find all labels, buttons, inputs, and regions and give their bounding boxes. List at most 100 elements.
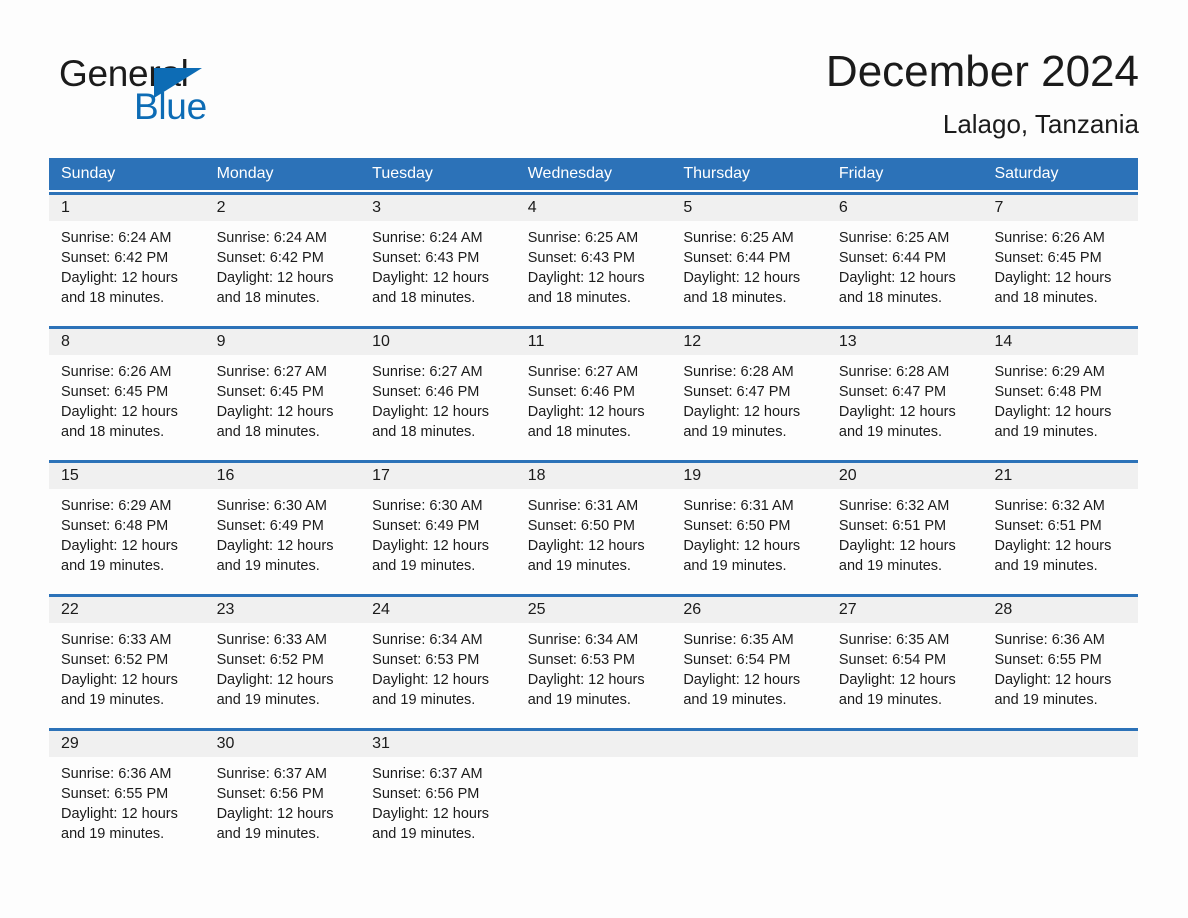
day-number: 14 — [982, 329, 1139, 355]
day-details: Sunrise: 6:36 AM Sunset: 6:55 PM Daylight:… — [49, 757, 205, 854]
day-cell[interactable]: 10 Sunrise: 6:27 AM Sunset: 6:46 PM Dayligh… — [360, 329, 516, 452]
day-details: Sunrise: 6:25 AM Sunset: 6:43 PM Daylight:… — [516, 221, 672, 318]
sunset-text: Sunset: 6:48 PM — [994, 384, 1102, 400]
day-number: 19 — [671, 463, 827, 489]
weekday-header-tuesday: Tuesday — [372, 165, 433, 182]
calendar-week-row: 29 Sunrise: 6:36 AM Sunset: 6:55 PM Dayligh… — [49, 728, 1139, 854]
day-cell[interactable]: 8 Sunrise: 6:26 AM Sunset: 6:45 PM Daylight… — [49, 329, 205, 452]
day-cell[interactable]: 4 Sunrise: 6:25 AM Sunset: 6:43 PM Daylight… — [515, 195, 672, 318]
day-cell[interactable]: 16 Sunrise: 6:30 AM Sunset: 6:49 PM Dayligh… — [204, 463, 361, 586]
sunrise-text: Sunrise: 6:35 AM — [838, 632, 950, 648]
day-number: 9 — [204, 329, 361, 355]
sunrise-text: Sunrise: 6:25 AM — [527, 230, 639, 246]
day-cell[interactable]: 27 Sunrise: 6:35 AM Sunset: 6:54 PM Dayligh… — [826, 597, 983, 720]
day-details: Sunrise: 6:29 AM Sunset: 6:48 PM Daylight:… — [49, 489, 205, 586]
day-details: Sunrise: 6:34 AM Sunset: 6:53 PM Daylight:… — [516, 623, 672, 720]
sunrise-text: Sunrise: 6:32 AM — [994, 498, 1105, 514]
day-cell[interactable]: 24 Sunrise: 6:34 AM Sunset: 6:53 PM Dayligh… — [360, 597, 516, 720]
day-number: 29 — [49, 731, 205, 757]
day-number: 18 — [515, 463, 672, 489]
day-number — [515, 731, 672, 757]
day-cell[interactable]: 9 Sunrise: 6:27 AM Sunset: 6:45 PM Daylight… — [204, 329, 361, 452]
day-cell[interactable]: 18 Sunrise: 6:31 AM Sunset: 6:50 PM Dayligh… — [515, 463, 672, 586]
sunrise-text: Sunrise: 6:31 AM — [683, 498, 794, 514]
sunrise-text: Sunrise: 6:24 AM — [216, 230, 327, 246]
daylight-text: Daylight: 12 hours and 18 minutes. — [216, 270, 334, 306]
day-number: 28 — [982, 597, 1139, 623]
day-details: Sunrise: 6:29 AM Sunset: 6:48 PM Daylight:… — [982, 355, 1138, 452]
day-number: 10 — [360, 329, 516, 355]
daylight-text: Daylight: 12 hours and 19 minutes. — [838, 672, 956, 708]
weekday-header-monday: Monday — [216, 165, 274, 182]
day-details: Sunrise: 6:26 AM Sunset: 6:45 PM Daylight:… — [49, 355, 205, 452]
generalblue-logo[interactable]: General Blue — [59, 54, 359, 134]
day-cell[interactable]: 3 Sunrise: 6:24 AM Sunset: 6:43 PM Daylight… — [360, 195, 516, 318]
day-number: 31 — [360, 731, 516, 757]
sunset-text: Sunset: 6:43 PM — [527, 250, 635, 266]
daylight-text: Daylight: 12 hours and 18 minutes. — [216, 404, 334, 440]
sunset-text: Sunset: 6:48 PM — [61, 518, 169, 534]
day-cell[interactable]: 20 Sunrise: 6:32 AM Sunset: 6:51 PM Dayligh… — [826, 463, 983, 586]
day-details: Sunrise: 6:27 AM Sunset: 6:46 PM Daylight:… — [516, 355, 672, 452]
daylight-text: Daylight: 12 hours and 18 minutes. — [527, 270, 645, 306]
sunrise-text: Sunrise: 6:37 AM — [372, 766, 483, 782]
day-details: Sunrise: 6:24 AM Sunset: 6:43 PM Daylight:… — [360, 221, 516, 318]
day-cell[interactable]: 17 Sunrise: 6:30 AM Sunset: 6:49 PM Dayligh… — [360, 463, 516, 586]
daylight-text: Daylight: 12 hours and 19 minutes. — [372, 806, 490, 842]
daylight-text: Daylight: 12 hours and 18 minutes. — [838, 270, 956, 306]
sunset-text: Sunset: 6:54 PM — [683, 652, 791, 668]
calendar-week-row: 15 Sunrise: 6:29 AM Sunset: 6:48 PM Dayligh… — [49, 460, 1139, 586]
daylight-text: Daylight: 12 hours and 19 minutes. — [994, 672, 1112, 708]
day-details: Sunrise: 6:27 AM Sunset: 6:46 PM Daylight:… — [360, 355, 516, 452]
day-details: Sunrise: 6:30 AM Sunset: 6:49 PM Daylight:… — [205, 489, 361, 586]
day-cell[interactable]: 30 Sunrise: 6:37 AM Sunset: 6:56 PM Dayligh… — [204, 731, 361, 854]
day-details: Sunrise: 6:26 AM Sunset: 6:45 PM Daylight:… — [982, 221, 1138, 318]
sunset-text: Sunset: 6:49 PM — [216, 518, 324, 534]
day-cell[interactable]: 21 Sunrise: 6:32 AM Sunset: 6:51 PM Dayligh… — [982, 463, 1139, 586]
day-details: Sunrise: 6:25 AM Sunset: 6:44 PM Daylight:… — [671, 221, 827, 318]
sunset-text: Sunset: 6:44 PM — [683, 250, 791, 266]
day-cell[interactable]: 13 Sunrise: 6:28 AM Sunset: 6:47 PM Dayligh… — [826, 329, 983, 452]
sunset-text: Sunset: 6:54 PM — [838, 652, 947, 668]
day-number: 8 — [49, 329, 205, 355]
day-cell[interactable]: 2 Sunrise: 6:24 AM Sunset: 6:42 PM Daylight… — [204, 195, 361, 318]
day-cell[interactable]: 14 Sunrise: 6:29 AM Sunset: 6:48 PM Dayligh… — [982, 329, 1139, 452]
day-cell[interactable]: 12 Sunrise: 6:28 AM Sunset: 6:47 PM Dayligh… — [671, 329, 827, 452]
daylight-text: Daylight: 12 hours and 19 minutes. — [61, 538, 178, 574]
day-details: Sunrise: 6:32 AM Sunset: 6:51 PM Daylight:… — [827, 489, 983, 586]
day-cell[interactable]: 6 Sunrise: 6:25 AM Sunset: 6:44 PM Daylight… — [826, 195, 983, 318]
day-cell[interactable]: 23 Sunrise: 6:33 AM Sunset: 6:52 PM Dayligh… — [204, 597, 361, 720]
day-number: 26 — [671, 597, 827, 623]
daylight-text: Daylight: 12 hours and 19 minutes. — [61, 806, 178, 842]
day-cell[interactable]: 29 Sunrise: 6:36 AM Sunset: 6:55 PM Dayligh… — [49, 731, 205, 854]
title-block: December 2024 Lalago, Tanzania — [826, 46, 1139, 140]
sunrise-text: Sunrise: 6:26 AM — [61, 364, 172, 380]
day-cell[interactable]: 22 Sunrise: 6:33 AM Sunset: 6:52 PM Dayligh… — [49, 597, 205, 720]
daylight-text: Daylight: 12 hours and 18 minutes. — [372, 270, 490, 306]
day-details: Sunrise: 6:24 AM Sunset: 6:42 PM Daylight:… — [205, 221, 361, 318]
sunset-text: Sunset: 6:46 PM — [527, 384, 635, 400]
day-details: Sunrise: 6:33 AM Sunset: 6:52 PM Daylight:… — [49, 623, 205, 720]
day-cell[interactable]: 7 Sunrise: 6:26 AM Sunset: 6:45 PM Daylight… — [982, 195, 1139, 318]
sunrise-text: Sunrise: 6:27 AM — [527, 364, 639, 380]
sunrise-text: Sunrise: 6:31 AM — [527, 498, 639, 514]
day-cell[interactable]: 19 Sunrise: 6:31 AM Sunset: 6:50 PM Dayligh… — [671, 463, 827, 586]
day-details — [516, 757, 672, 774]
day-cell[interactable]: 28 Sunrise: 6:36 AM Sunset: 6:55 PM Dayligh… — [982, 597, 1139, 720]
day-number: 20 — [826, 463, 983, 489]
sunset-text: Sunset: 6:44 PM — [838, 250, 947, 266]
day-cell[interactable]: 1 Sunrise: 6:24 AM Sunset: 6:42 PM Daylight… — [49, 195, 205, 318]
day-cell[interactable]: 11 Sunrise: 6:27 AM Sunset: 6:46 PM Dayligh… — [515, 329, 672, 452]
daylight-text: Daylight: 12 hours and 19 minutes. — [838, 538, 956, 574]
day-cell[interactable]: 5 Sunrise: 6:25 AM Sunset: 6:44 PM Daylight… — [671, 195, 827, 318]
sunrise-text: Sunrise: 6:36 AM — [61, 766, 172, 782]
day-cell[interactable]: 25 Sunrise: 6:34 AM Sunset: 6:53 PM Dayligh… — [515, 597, 672, 720]
daylight-text: Daylight: 12 hours and 19 minutes. — [216, 672, 334, 708]
day-cell[interactable]: 31 Sunrise: 6:37 AM Sunset: 6:56 PM Dayligh… — [360, 731, 516, 854]
sunset-text: Sunset: 6:46 PM — [372, 384, 480, 400]
day-cell[interactable]: 26 Sunrise: 6:35 AM Sunset: 6:54 PM Dayligh… — [671, 597, 827, 720]
sunrise-text: Sunrise: 6:27 AM — [372, 364, 483, 380]
day-cell[interactable]: 15 Sunrise: 6:29 AM Sunset: 6:48 PM Dayligh… — [49, 463, 205, 586]
daylight-text: Daylight: 12 hours and 19 minutes. — [216, 806, 334, 842]
day-number: 2 — [204, 195, 361, 221]
